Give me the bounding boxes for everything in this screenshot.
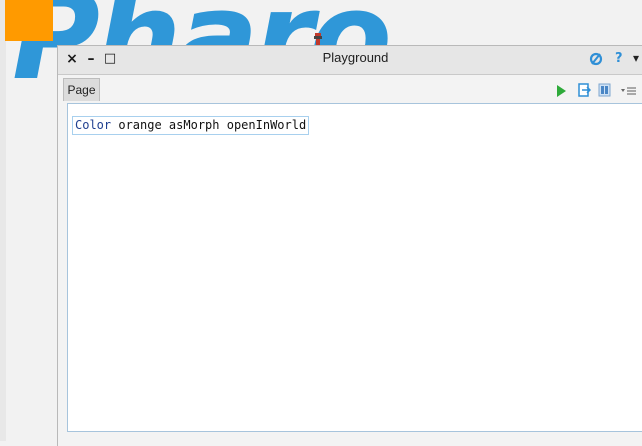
code-editor[interactable]: Color orange asMorph openInWorld [67,103,642,432]
lighthouse-icon [314,33,322,45]
playground-window: × – □ Playground ? ▾ Page Color orange a… [57,45,642,446]
menu-icon[interactable] [621,84,637,98]
code-line[interactable]: Color orange asMorph openInWorld [72,116,310,135]
do-it-icon[interactable] [556,84,567,98]
tab-page[interactable]: Page [63,78,100,101]
window-titlebar[interactable]: × – □ Playground ? ▾ [58,46,642,75]
code-class-token: Color [75,118,112,132]
window-menu-icon[interactable]: ▾ [633,51,639,65]
code-message-tokens: orange asMorph openInWorld [111,118,307,132]
orange-morph[interactable] [5,0,53,41]
window-title: Playground [322,50,389,65]
bindings-icon[interactable] [598,83,611,97]
refresh-icon[interactable] [589,52,603,66]
help-icon[interactable]: ? [615,51,623,66]
inspect-icon[interactable] [578,83,591,97]
